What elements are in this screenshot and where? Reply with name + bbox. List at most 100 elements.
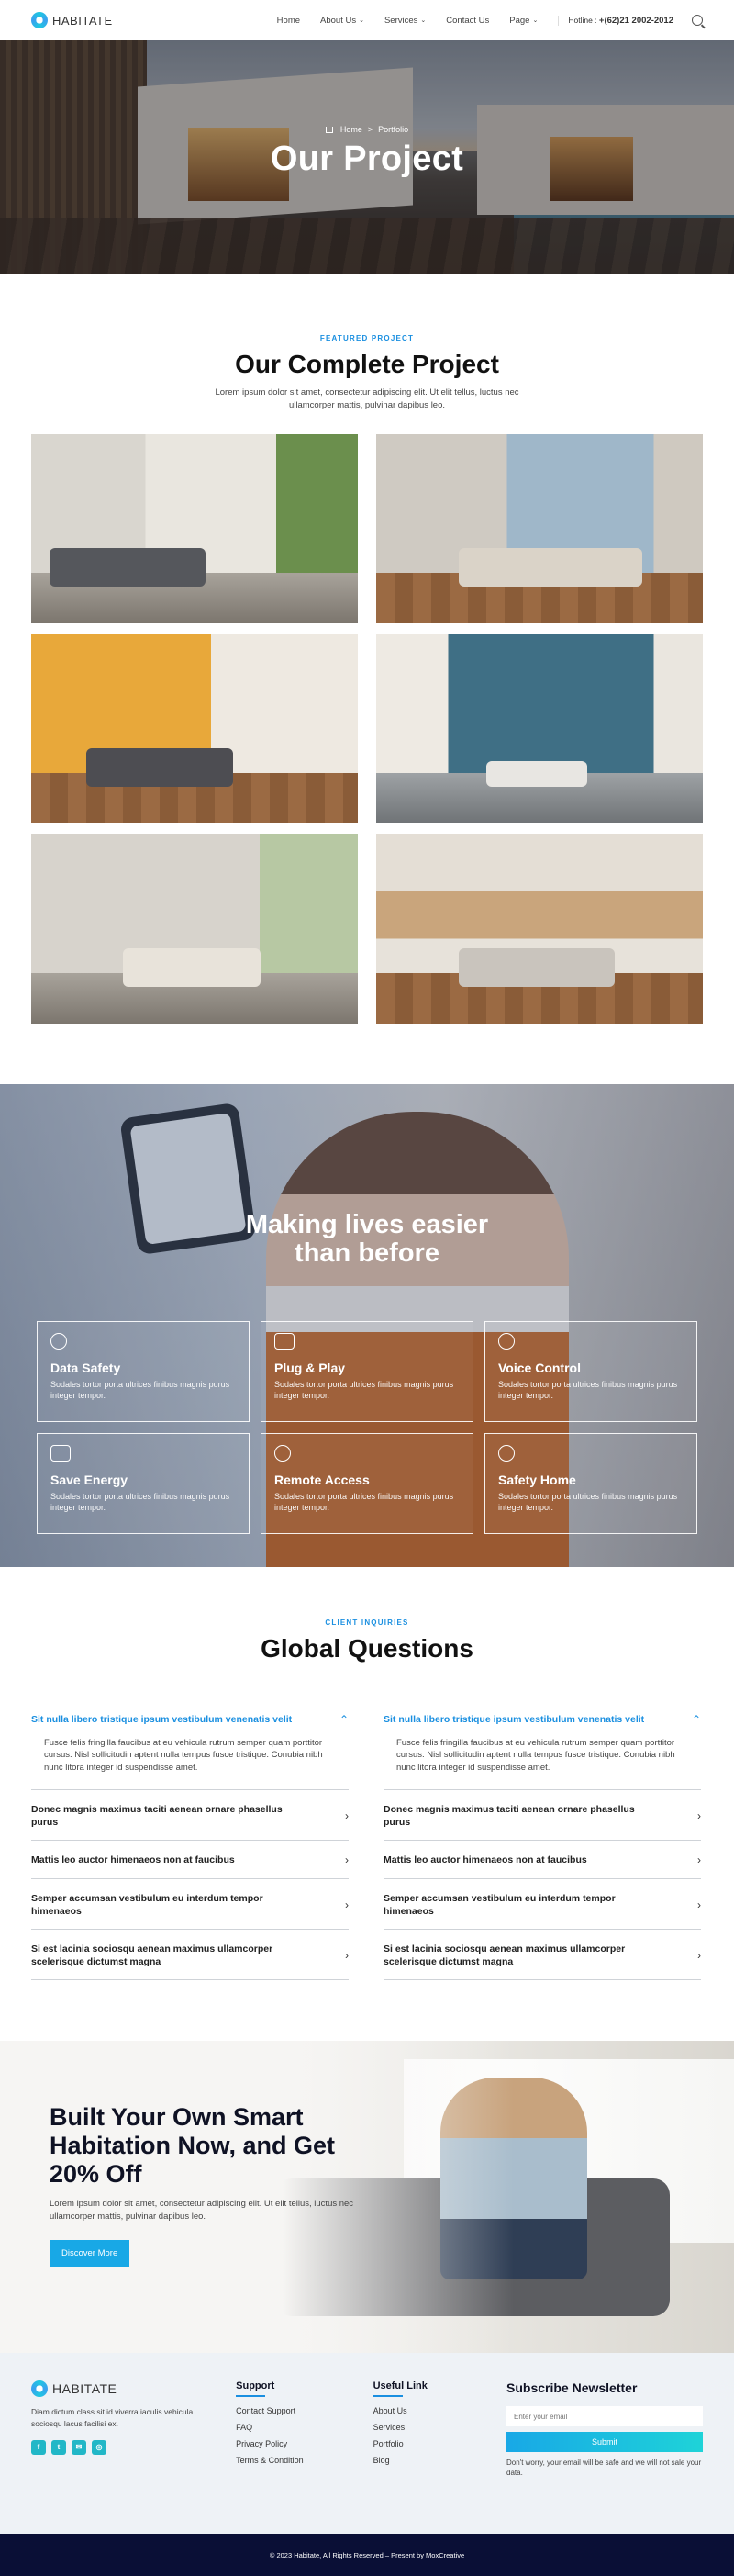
nav-about[interactable]: About Us ⌄ — [320, 16, 364, 26]
project-sofa — [486, 760, 587, 787]
logo[interactable]: HABITATE — [31, 12, 113, 28]
newsletter-submit-button[interactable]: Submit — [506, 2432, 703, 2453]
faq-item[interactable]: Si est lacinia sociosqu aenean maximus u… — [384, 1930, 701, 1981]
search-icon[interactable] — [692, 15, 703, 26]
logo-text: HABITATE — [52, 13, 113, 28]
project-image-living-room-beige[interactable] — [31, 834, 358, 1024]
footer-link[interactable]: FAQ — [236, 2423, 373, 2432]
chevron-right-icon: › — [345, 1949, 349, 1963]
nav-page[interactable]: Page ⌄ — [509, 16, 538, 26]
feature-desc: Sodales tortor porta ultrices finibus ma… — [274, 1491, 454, 1513]
nav-contact[interactable]: Contact Us — [446, 16, 489, 26]
faq-item[interactable]: Mattis leo auctor himenaeos non at fauci… — [31, 1841, 349, 1879]
nav-home-label: Home — [276, 15, 301, 26]
footer-useful-title: Useful Link — [373, 2380, 506, 2398]
footer-logo[interactable]: HABITATE — [31, 2380, 236, 2398]
nav-home[interactable]: Home — [277, 16, 300, 26]
footer-link[interactable]: Terms & Condition — [236, 2456, 373, 2465]
faq-item[interactable]: Donec magnis maximus taciti aenean ornar… — [31, 1790, 349, 1842]
footer-columns: HABITATE Diam dictum class sit id viverr… — [31, 2380, 703, 2478]
faq-question: Donec magnis maximus taciti aenean ornar… — [384, 1804, 635, 1829]
cta-title: Built Your Own Smart Habitation Now, and… — [50, 2103, 336, 2189]
project-sofa — [50, 547, 206, 587]
chevron-up-icon: ⌃ — [691, 1712, 701, 1726]
feature-title: Voice Control — [498, 1360, 581, 1375]
nav-services[interactable]: Services ⌄ — [384, 16, 426, 26]
faq-item-open[interactable]: Sit nulla libero tristique ipsum vestibu… — [31, 1700, 349, 1737]
site-footer: HABITATE Diam dictum class sit id viverr… — [0, 2353, 734, 2535]
chevron-down-icon: ⌄ — [359, 17, 364, 24]
project-sofa — [86, 747, 233, 787]
footer-support: Support Contact Support FAQ Privacy Poli… — [236, 2380, 373, 2478]
feature-card: Voice Control Sodales tortor porta ultri… — [484, 1320, 697, 1422]
site-header: HABITATE Home About Us ⌄ Services ⌄ Contac… — [0, 0, 734, 40]
hotline-label: Hotline : — [568, 15, 597, 25]
instagram-icon[interactable]: ◎ — [92, 2439, 106, 2455]
battery-icon — [50, 1444, 71, 1462]
project-grid — [31, 433, 703, 1024]
chevron-down-icon: ⌄ — [532, 17, 539, 24]
breadcrumb-home[interactable]: Home — [340, 125, 362, 134]
feature-desc: Sodales tortor porta ultrices finibus ma… — [274, 1379, 454, 1401]
logo-text: HABITATE — [52, 2381, 117, 2397]
email-icon[interactable]: ✉ — [72, 2439, 86, 2455]
footer-link[interactable]: Blog — [373, 2456, 506, 2465]
logo-icon — [31, 12, 48, 28]
footer-link[interactable]: Portfolio — [373, 2439, 506, 2448]
feature-desc: Sodales tortor porta ultrices finibus ma… — [498, 1379, 678, 1401]
projects-description: Lorem ipsum dolor sit amet, consectetur … — [215, 387, 519, 410]
faq-item[interactable]: Semper accumsan vestibulum eu interdum t… — [384, 1879, 701, 1930]
smart-title: Making lives easier than before — [0, 1209, 734, 1270]
feature-desc: Sodales tortor porta ultrices finibus ma… — [498, 1491, 678, 1513]
smart-home-section: Making lives easier than before Data Saf… — [0, 1083, 734, 1567]
feature-card: Safety Home Sodales tortor porta ultrice… — [484, 1432, 697, 1534]
feature-title: Safety Home — [498, 1472, 576, 1487]
feature-grid: Data Safety Sodales tortor porta ultrice… — [37, 1320, 697, 1534]
faq-item[interactable]: Si est lacinia sociosqu aenean maximus u… — [31, 1930, 349, 1981]
smart-title-line2: than before — [295, 1238, 439, 1269]
facebook-icon[interactable]: f — [31, 2439, 46, 2455]
hotline[interactable]: Hotline : +(62)21 2002-2012 — [558, 15, 673, 26]
monitor-download-icon — [274, 1332, 295, 1350]
newsletter-email-input[interactable] — [506, 2406, 703, 2427]
footer-link[interactable]: Contact Support — [236, 2406, 373, 2415]
faq-answer: Fusce felis fringilla faucibus at eu veh… — [384, 1737, 701, 1790]
smart-title-line1: Making lives easier — [245, 1209, 489, 1239]
chevron-right-icon: › — [345, 1854, 349, 1867]
project-image-living-room-gray[interactable] — [31, 433, 358, 623]
cta-section: Built Your Own Smart Habitation Now, and… — [0, 2041, 734, 2354]
project-image-living-room-orange[interactable] — [31, 633, 358, 823]
faq-item[interactable]: Mattis leo auctor himenaeos non at fauci… — [384, 1841, 701, 1879]
main-nav: Home About Us ⌄ Services ⌄ Contact Us Page… — [277, 16, 539, 26]
footer-link[interactable]: About Us — [373, 2406, 506, 2415]
chevron-right-icon: › — [345, 1898, 349, 1911]
database-icon — [50, 1332, 67, 1350]
faq-item-open[interactable]: Sit nulla libero tristique ipsum vestibu… — [384, 1700, 701, 1737]
faq-question: Semper accumsan vestibulum eu interdum t… — [384, 1892, 616, 1917]
faq-item[interactable]: Donec magnis maximus taciti aenean ornar… — [384, 1790, 701, 1842]
feature-title: Plug & Play — [274, 1360, 346, 1375]
chevron-right-icon: › — [697, 1854, 701, 1867]
nav-contact-label: Contact Us — [446, 15, 490, 26]
faq-column-left: Sit nulla libero tristique ipsum vestibu… — [31, 1700, 349, 1981]
footer-link[interactable]: Services — [373, 2423, 506, 2432]
project-image-living-room-blue[interactable] — [376, 633, 703, 823]
faq-answer: Fusce felis fringilla faucibus at eu veh… — [31, 1737, 349, 1790]
faq-question: Si est lacinia sociosqu aenean maximus u… — [384, 1943, 626, 1968]
chevron-down-icon: ⌄ — [420, 17, 427, 24]
project-image-living-room-shelves[interactable] — [376, 834, 703, 1024]
discover-more-button[interactable]: Discover More — [50, 2239, 130, 2267]
faq-item[interactable]: Semper accumsan vestibulum eu interdum t… — [31, 1879, 349, 1930]
hero-content: Home > Portfolio Our Project — [0, 125, 734, 179]
footer-link[interactable]: Privacy Policy — [236, 2439, 373, 2448]
footer-support-links: Contact Support FAQ Privacy Policy Terms… — [236, 2406, 373, 2465]
breadcrumb-current: Portfolio — [378, 125, 409, 134]
breadcrumb-separator: > — [367, 125, 373, 134]
twitter-icon[interactable]: t — [51, 2439, 66, 2455]
project-image-living-room-window[interactable] — [376, 433, 703, 623]
nav-services-label: Services — [384, 15, 418, 26]
faq-kicker: CLIENT INQUIRIES — [325, 1618, 409, 1627]
feature-card: Remote Access Sodales tortor porta ultri… — [261, 1432, 473, 1534]
faq-question: Donec magnis maximus taciti aenean ornar… — [31, 1804, 283, 1829]
nav-page-label: Page — [509, 15, 530, 26]
